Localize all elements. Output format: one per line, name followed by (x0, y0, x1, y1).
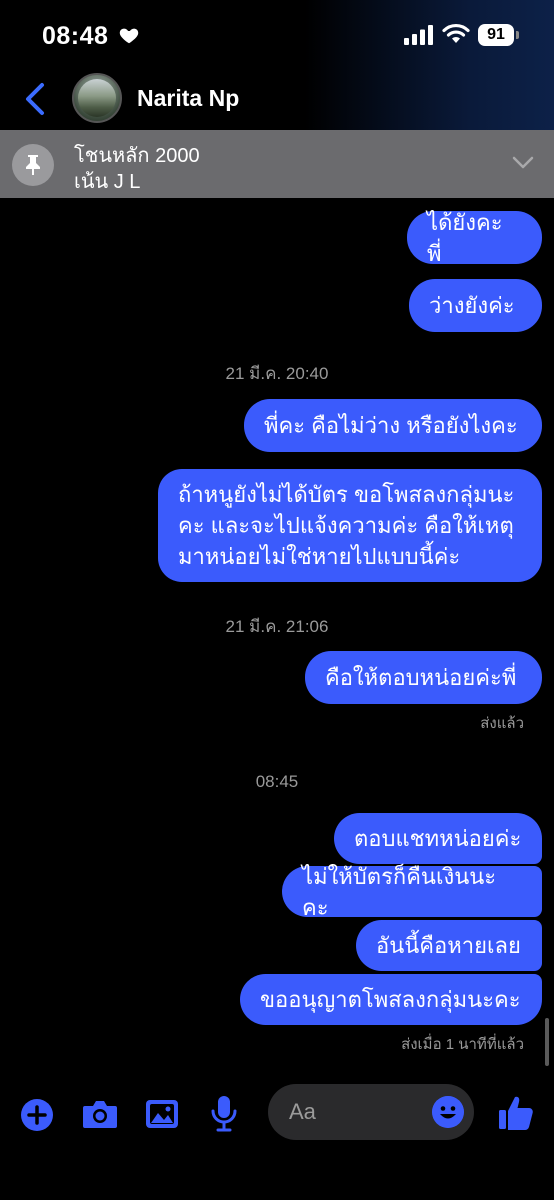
message-bubble[interactable]: ได้ยังคะ พี่ (407, 210, 542, 266)
message-bubble[interactable]: คือให้ตอบหน่อยค่ะพี่ (305, 651, 542, 704)
pin-icon (26, 155, 40, 175)
plus-icon[interactable] (20, 1098, 54, 1132)
timestamp: 08:45 (255, 772, 299, 791)
read-receipt: ส่งแล้ว (480, 715, 524, 732)
pin-icon-container (12, 144, 54, 186)
message-input[interactable]: Aa (268, 1084, 474, 1140)
pinned-text-line2: เน้น J L (74, 171, 141, 193)
read-receipt: ส่งเมื่อ 1 นาทีที่แล้ว (401, 1036, 524, 1053)
battery-indicator: 91 (478, 24, 514, 46)
emoji-icon[interactable] (432, 1096, 464, 1128)
timestamp: 21 มี.ค. 21:06 (225, 617, 329, 636)
message-bubble[interactable]: ขออนุญาตโพสลงกลุ่มนะคะ (240, 974, 542, 1025)
microphone-icon[interactable] (210, 1095, 238, 1133)
message-bubble[interactable]: อันนี้คือหายเลย (356, 920, 542, 971)
status-bar: 08:48 91 (0, 0, 554, 70)
message-bubble[interactable]: ไม่ให้บัตรก็คืนเงินนะคะ (282, 864, 542, 920)
contact-name[interactable]: Narita Np (137, 85, 239, 112)
status-time: 08:48 (42, 22, 109, 50)
timestamp: 21 มี.ค. 20:40 (225, 364, 329, 383)
message-line: มาหน่อยไม่ใช่หายไปแบบนี้ค่ะ (178, 544, 461, 569)
image-icon[interactable] (145, 1098, 179, 1130)
message-bubble[interactable]: ว่างยังค่ะ (409, 279, 542, 332)
message-line: ถ้าหนูยังไม่ได้บัตร ขอโพสลงกลุ่มนะ (178, 482, 515, 507)
back-chevron-icon[interactable] (22, 82, 50, 116)
message-bubble[interactable]: ตอบแชทหน่อยค่ะ (334, 813, 542, 864)
message-bubble-multiline[interactable]: ถ้าหนูยังไม่ได้บัตร ขอโพสลงกลุ่มนะ คะ แล… (158, 469, 542, 582)
message-input-placeholder: Aa (289, 1099, 316, 1124)
signal-icon (404, 25, 433, 45)
message-bubble[interactable]: พี่คะ คือไม่ว่าง หรือยังไงคะ (244, 399, 542, 452)
thumbs-up-icon[interactable] (498, 1094, 534, 1132)
heart-icon (119, 28, 139, 44)
avatar[interactable] (72, 73, 122, 123)
pinned-message-banner[interactable]: โชนหลัก 2000 เน้น J L (0, 130, 554, 198)
chevron-down-icon[interactable] (512, 156, 534, 170)
battery-tip (516, 31, 519, 39)
camera-icon[interactable] (82, 1098, 118, 1130)
message-line: คะ และจะไปแจ้งความค่ะ คือให้เหตุ (178, 513, 514, 538)
scrollbar[interactable] (545, 1018, 549, 1066)
wifi-icon (442, 23, 470, 43)
chat-header: Narita Np (0, 70, 554, 130)
avatar-photo (78, 79, 116, 117)
